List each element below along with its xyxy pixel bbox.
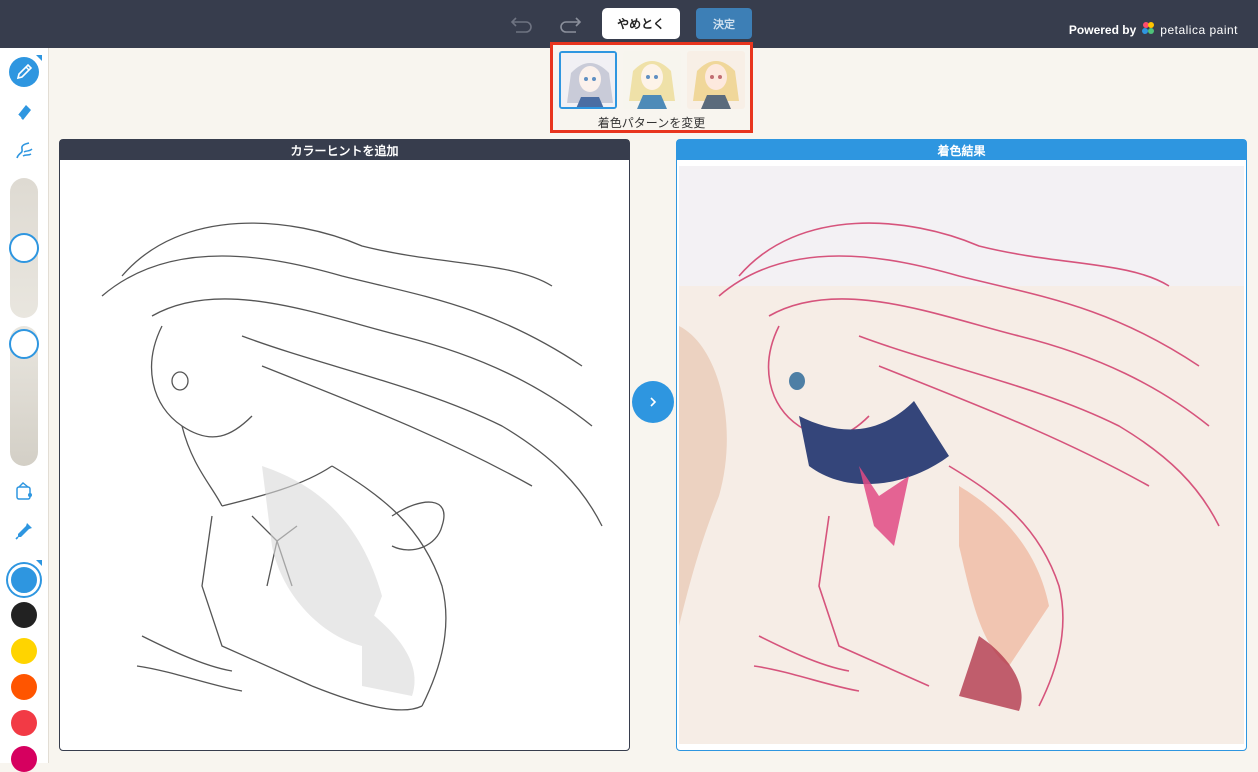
color-swatch-black[interactable] — [11, 602, 37, 628]
eyedropper-icon[interactable] — [9, 516, 39, 546]
brush-icon[interactable] — [9, 136, 39, 166]
opacity-knob[interactable] — [9, 329, 39, 359]
pattern-label: 着色パターンを変更 — [597, 116, 706, 130]
colorize-arrow-button[interactable] — [632, 381, 674, 423]
pattern-thumbnail-1[interactable] — [559, 51, 617, 109]
result-canvas — [679, 166, 1244, 744]
top-toolbar: やめとく 決定 Powered by petalica paint — [0, 0, 1258, 48]
palette-options-indicator — [36, 560, 42, 566]
color-hint-panel-title: カラーヒントを追加 — [60, 140, 629, 160]
result-panel-title: 着色結果 — [677, 140, 1246, 160]
color-swatch-yellow[interactable] — [11, 638, 37, 664]
brush-size-knob[interactable] — [9, 233, 39, 263]
tool-sidebar — [0, 48, 49, 772]
tool-options-indicator — [36, 55, 42, 61]
redo-icon[interactable] — [556, 10, 584, 36]
powered-by: Powered by petalica paint — [1069, 20, 1238, 39]
pattern-thumbnail-2[interactable] — [623, 51, 681, 109]
brand-name: petalica paint — [1160, 22, 1238, 37]
powered-by-text: Powered by — [1068, 22, 1137, 37]
undo-icon[interactable] — [508, 10, 536, 36]
color-swatch-magenta[interactable] — [11, 746, 37, 772]
color-hint-panel: カラーヒントを追加 — [59, 139, 630, 751]
cancel-button[interactable]: やめとく — [602, 8, 680, 39]
sketch-canvas[interactable] — [62, 166, 627, 744]
pencil-icon[interactable] — [9, 57, 39, 87]
color-pattern-selector: 着色パターンを変更 — [550, 42, 753, 133]
paint-bucket-icon[interactable] — [9, 477, 39, 507]
color-swatch-orange[interactable] — [11, 674, 37, 700]
petalica-logo-icon — [1140, 20, 1156, 39]
result-panel: 着色結果 — [676, 139, 1247, 751]
color-swatch-red[interactable] — [11, 710, 37, 736]
color-swatch-blue[interactable] — [8, 564, 40, 596]
pattern-thumbnail-3[interactable] — [687, 51, 745, 109]
confirm-button[interactable]: 決定 — [696, 8, 752, 39]
eraser-icon[interactable] — [9, 97, 39, 127]
